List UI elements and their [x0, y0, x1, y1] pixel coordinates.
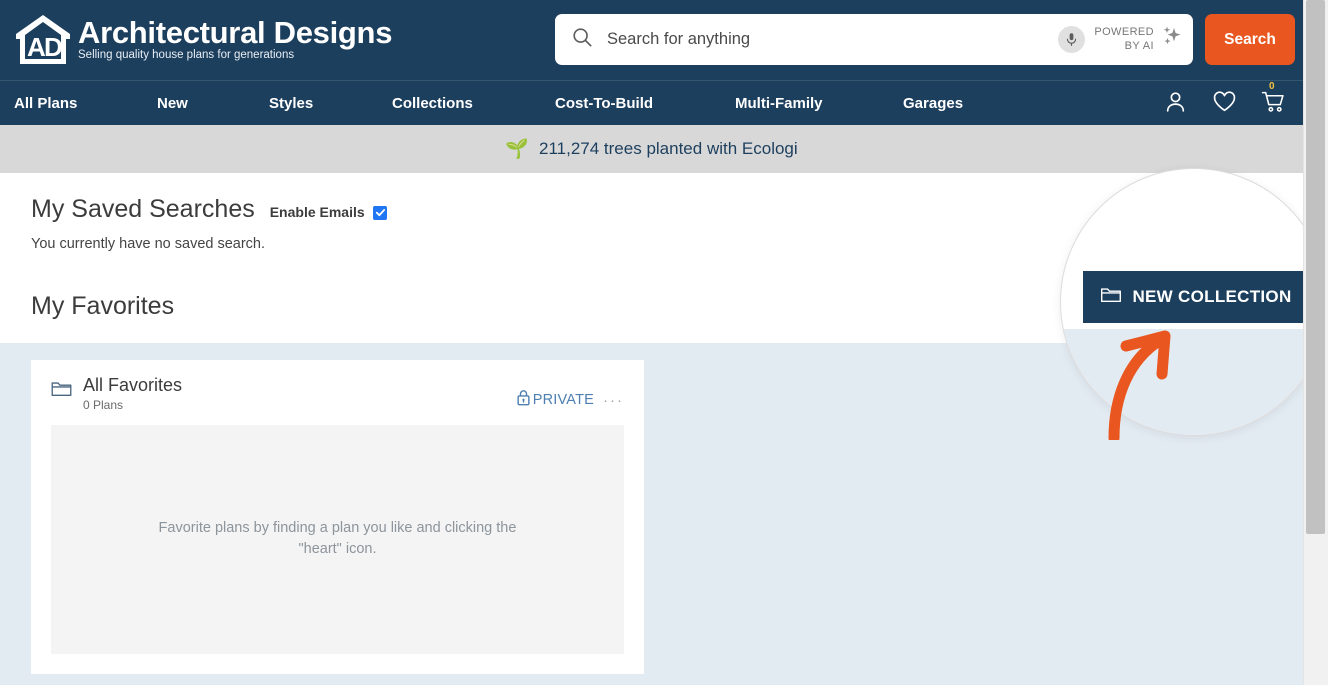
new-collection-label: NEW COLLECTION — [1132, 287, 1292, 306]
collection-visibility-label: PRIVATE — [532, 392, 594, 408]
sparkles-icon — [1157, 24, 1183, 55]
search-icon — [571, 26, 593, 53]
collection-empty-text: Favorite plans by finding a plan you lik… — [159, 518, 517, 560]
ellipsis-icon[interactable]: ··· — [603, 392, 624, 409]
collection-empty-line2: "heart" icon. — [298, 541, 377, 558]
nav-item-all-plans[interactable]: All Plans — [14, 95, 77, 112]
nav-item-multi-family[interactable]: Multi-Family — [735, 95, 823, 112]
seedling-icon: 🌱 — [505, 138, 530, 160]
favorites-collection-card[interactable]: All Favorites 0 Plans PRIVATE ··· Favori… — [31, 360, 644, 674]
scrollbar-thumb[interactable] — [1306, 0, 1325, 534]
page-viewport: A D Architectural Designs Selling qualit… — [0, 0, 1303, 685]
powered-by-ai-label: POWERED BY AI — [1094, 26, 1154, 54]
nav-item-collections[interactable]: Collections — [392, 95, 473, 112]
collection-visibility-toggle[interactable]: PRIVATE — [516, 389, 594, 411]
site-logo[interactable]: A D Architectural Designs Selling qualit… — [14, 14, 392, 66]
site-header: A D Architectural Designs Selling qualit… — [0, 0, 1303, 80]
powered-by-ai-line2: BY AI — [1124, 39, 1154, 52]
main-navigation: All Plans New Styles Collections Cost-To… — [0, 80, 1303, 125]
ecologi-banner[interactable]: 🌱 211,274 trees planted with Ecologi — [0, 125, 1303, 173]
header-utility-icons: 0 — [1163, 81, 1286, 126]
user-icon[interactable] — [1163, 89, 1188, 119]
folder-icon — [1100, 286, 1122, 309]
nav-item-cost-to-build[interactable]: Cost-To-Build — [555, 95, 653, 112]
favorites-card-header: All Favorites 0 Plans PRIVATE ··· — [51, 376, 624, 412]
enable-emails-control[interactable]: Enable Emails — [269, 204, 388, 222]
header-search-area: POWERED BY AI Search — [555, 14, 1295, 65]
powered-by-ai-line1: POWERED — [1094, 25, 1154, 38]
new-collection-button[interactable]: NEW COLLECTION — [1082, 270, 1303, 324]
search-button[interactable]: Search — [1205, 14, 1295, 65]
page-title: My Saved Searches — [31, 195, 255, 223]
site-logo-title: Architectural Designs — [78, 14, 393, 50]
favorites-card-actions: PRIVATE ··· — [516, 389, 624, 411]
cart-count-badge: 0 — [1269, 80, 1275, 92]
vertical-scrollbar[interactable] — [1303, 0, 1328, 685]
ecologi-banner-text: 211,274 trees planted with Ecologi — [539, 139, 798, 158]
favorites-card-title-group: All Favorites 0 Plans — [51, 376, 182, 412]
shopping-cart-icon[interactable]: 0 — [1261, 81, 1286, 119]
site-logo-tagline: Selling quality house plans for generati… — [78, 49, 295, 62]
nav-item-styles[interactable]: Styles — [269, 95, 313, 112]
search-box[interactable]: POWERED BY AI — [555, 14, 1193, 65]
enable-emails-checkbox[interactable] — [373, 205, 388, 220]
lock-icon — [516, 389, 531, 411]
microphone-icon[interactable] — [1058, 26, 1086, 53]
folder-icon — [51, 380, 72, 403]
magnifier-lower-half — [1061, 329, 1303, 435]
heart-icon[interactable] — [1212, 89, 1237, 119]
browser-page: A D Architectural Designs Selling qualit… — [0, 0, 1328, 685]
collection-empty-line1: Favorite plans by finding a plan you lik… — [158, 520, 517, 537]
nav-item-garages[interactable]: Garages — [903, 95, 963, 112]
collection-name: All Favorites — [83, 375, 183, 395]
collection-empty-state: Favorite plans by finding a plan you lik… — [51, 424, 624, 654]
nav-item-new[interactable]: New — [157, 95, 188, 112]
search-input[interactable] — [605, 29, 1059, 50]
architectural-designs-house-icon: A D — [14, 14, 72, 66]
collection-plan-count: 0 Plans — [83, 397, 124, 412]
enable-emails-label: Enable Emails — [269, 204, 365, 220]
svg-text:D: D — [44, 32, 63, 62]
